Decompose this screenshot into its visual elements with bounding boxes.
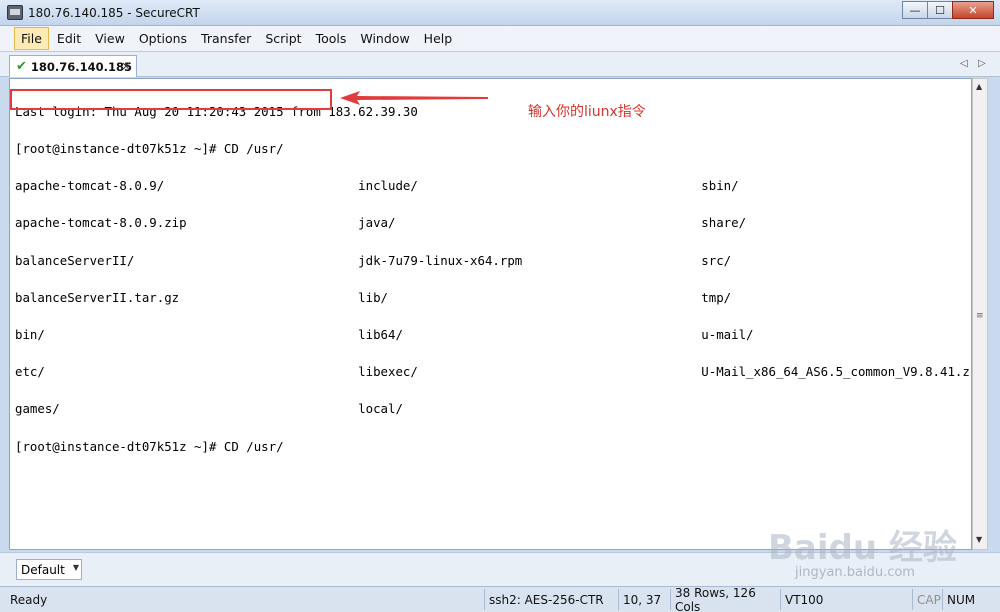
menu-help[interactable]: Help [418,28,459,49]
baidu-watermark: Baidu 经验 [768,528,957,568]
menu-options[interactable]: Options [133,28,193,49]
terminal-line: [root@instance-dt07k51z ~]# CD /usr/ [15,438,284,454]
terminal-line: bin/ lib64/ u-mail/ [15,327,754,343]
menu-window[interactable]: Window [354,28,415,49]
scroll-down-icon[interactable]: ▼ [976,535,982,544]
session-tab[interactable]: ✔ 180.76.140.185 × [9,55,137,77]
menu-tools[interactable]: Tools [310,28,353,49]
session-profile-select[interactable]: Default ▼ [16,559,82,580]
menu-script[interactable]: Script [259,28,307,49]
window-title: 180.76.140.185 - SecureCRT [28,6,200,20]
scroll-grip-icon[interactable]: ≡ [976,311,984,321]
close-button[interactable]: ✕ [952,1,994,19]
tab-close-icon[interactable]: × [121,59,131,73]
session-profile-value: Default [21,562,65,577]
menu-view[interactable]: View [89,28,131,49]
terminal-line: games/ local/ [15,401,403,417]
terminal-line: etc/ libexec/ U-Mail_x86_64_AS6.5_common… [15,364,972,380]
annotation-label: 输入你的liunx指令 [528,104,646,120]
window-controls: — ☐ ✕ [902,1,994,19]
status-cipher: ssh2: AES-256-CTR [484,589,618,610]
status-bar: Ready ssh2: AES-256-CTR 10, 37 38 Rows, … [0,586,1000,612]
terminal-scrollbar[interactable]: ▲ ≡ ▼ [972,78,988,550]
terminal-line: balanceServerII.tar.gz lib/ tmp/ [15,289,732,305]
terminal-view[interactable]: Last login: Thu Aug 20 11:20:43 2015 fro… [9,78,972,550]
menu-file[interactable]: File [14,27,49,50]
status-num-lock: NUM [942,589,1000,610]
chevron-down-icon: ▼ [72,563,79,572]
command-highlight-box [10,89,332,110]
menu-edit[interactable]: Edit [51,28,87,49]
connected-check-icon: ✔ [16,59,27,74]
annotation-arrow-icon [340,91,488,105]
terminal-line: balanceServerII/ jdk-7u79-linux-x64.rpm … [15,252,732,268]
status-caps-lock: CAP [912,589,942,610]
title-bar: 180.76.140.185 - SecureCRT — ☐ ✕ [0,0,1000,26]
securecrt-app-icon [7,5,23,20]
terminal-output: Last login: Thu Aug 20 11:20:43 2015 fro… [15,81,972,478]
baidu-watermark-url: jingyan.baidu.com [795,565,915,580]
status-terminal-size: 38 Rows, 126 Cols [670,586,780,612]
minimize-button[interactable]: — [902,1,928,19]
maximize-button[interactable]: ☐ [927,1,953,19]
terminal-line: apache-tomcat-8.0.9/ include/ sbin/ [15,178,739,194]
tab-scroll-right-icon[interactable]: ▷ [978,58,986,69]
session-tab-label: 180.76.140.185 [30,59,133,74]
status-cursor-position: 10, 37 [618,589,670,610]
session-tab-bar: ✔ 180.76.140.185 × ◁ ▷ [0,52,1000,77]
terminal-line: apache-tomcat-8.0.9.zip java/ share/ [15,215,747,231]
status-emulation: VT100 [780,589,912,610]
tab-scroll-left-icon[interactable]: ◁ [960,58,968,69]
status-ready: Ready [10,592,48,607]
scroll-up-icon[interactable]: ▲ [976,82,982,91]
terminal-line: [root@instance-dt07k51z ~]# CD /usr/ [15,141,284,157]
menu-bar: File Edit View Options Transfer Script T… [0,26,1000,52]
menu-transfer[interactable]: Transfer [195,28,257,49]
